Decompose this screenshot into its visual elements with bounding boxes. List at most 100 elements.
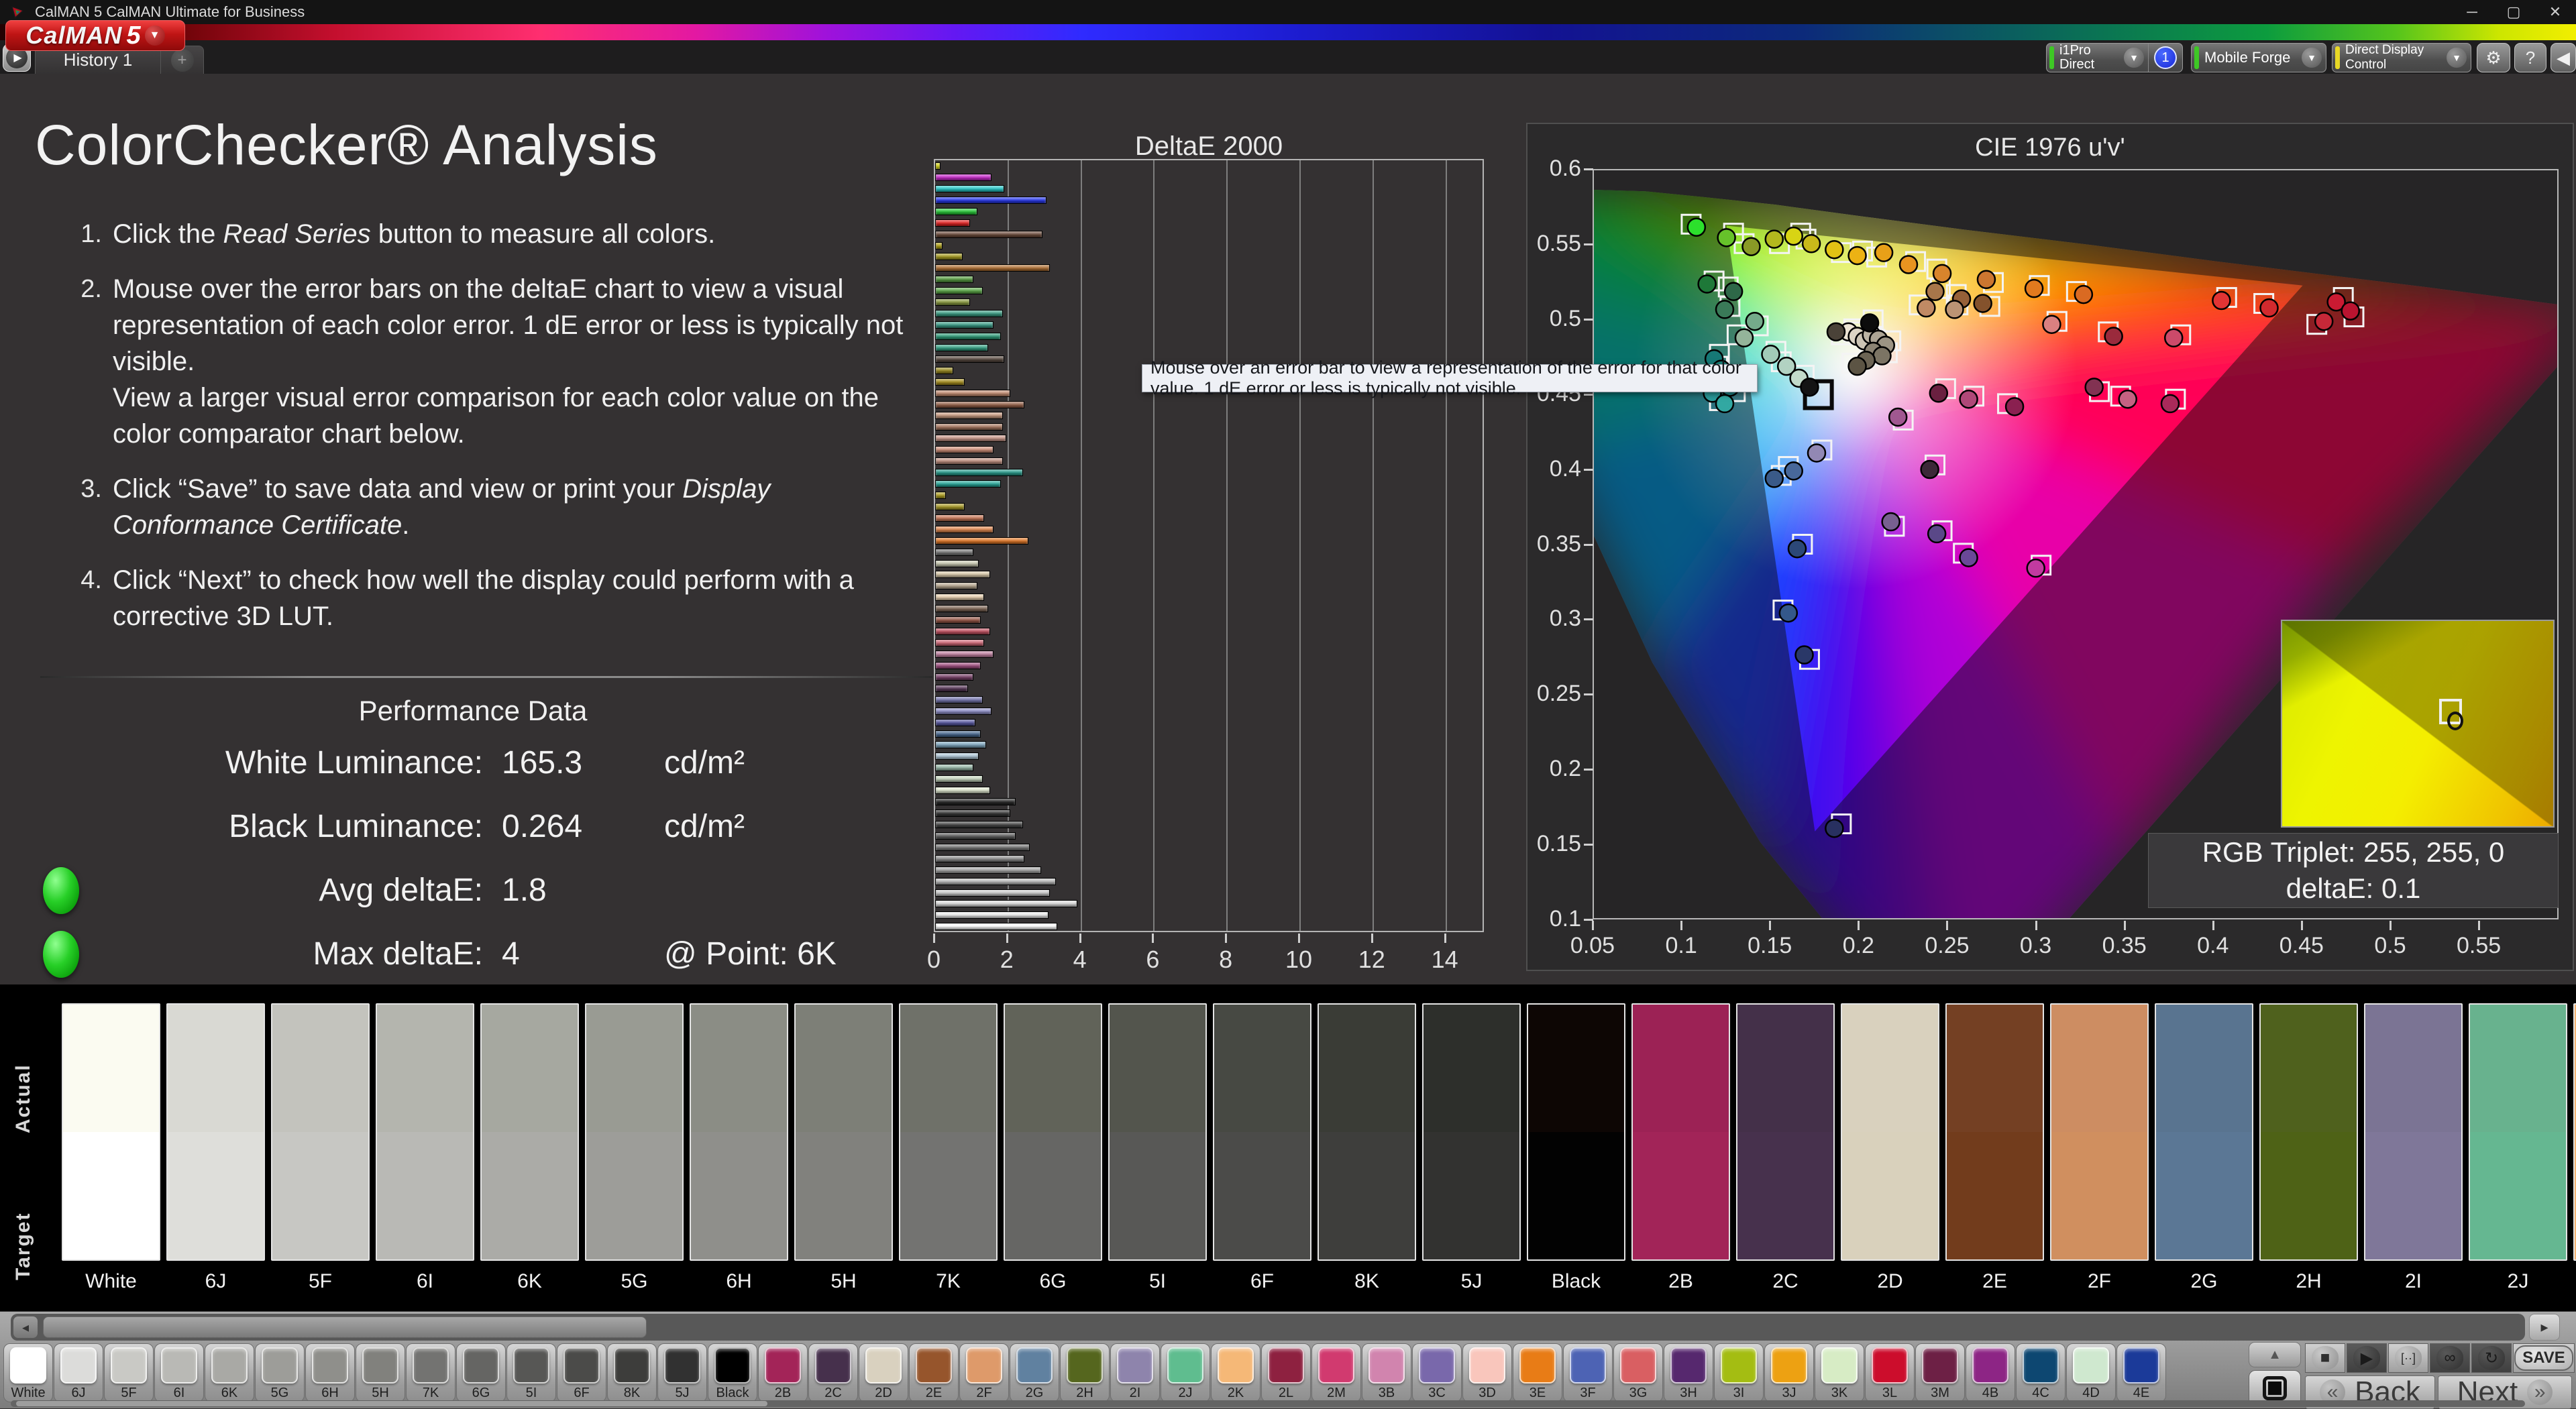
deltae-error-bar[interactable]	[935, 798, 1016, 805]
comparator-column[interactable]: 2G	[2155, 1003, 2253, 1293]
deltae-error-bar[interactable]	[935, 344, 988, 351]
swatch-button-3d[interactable]: 3D	[1462, 1343, 1512, 1402]
swatch-button-5j[interactable]: 5J	[657, 1343, 707, 1402]
deltae-error-bar[interactable]	[935, 708, 991, 715]
swatch-button-5h[interactable]: 5H	[356, 1343, 405, 1402]
comparator-column[interactable]: 6F	[1213, 1003, 1311, 1293]
swatch-button-2f[interactable]: 2F	[959, 1343, 1009, 1402]
deltae-error-bar[interactable]	[935, 514, 984, 522]
swatch-button-3i[interactable]: 3I	[1714, 1343, 1764, 1402]
scroll-up-button[interactable]: ▲	[2249, 1342, 2301, 1367]
deltae-error-bar[interactable]	[935, 651, 994, 658]
swatch-button-2g[interactable]: 2G	[1010, 1343, 1059, 1402]
swatch-button-3c[interactable]: 3C	[1412, 1343, 1462, 1402]
deltae-error-bar[interactable]	[935, 390, 1010, 397]
comparator-column[interactable]: 5J	[1422, 1003, 1521, 1293]
deltae-error-bar[interactable]	[935, 185, 1004, 192]
deltae-error-bar[interactable]	[935, 367, 953, 374]
deltae-error-bar[interactable]	[935, 639, 984, 646]
deltae-error-bar[interactable]	[935, 537, 1028, 545]
swatch-button-black[interactable]: Black	[708, 1343, 757, 1402]
deltae-error-bar[interactable]	[935, 582, 977, 589]
deltae-error-bar[interactable]	[935, 752, 979, 760]
comparator-column[interactable]: 2I	[2364, 1003, 2463, 1293]
swatch-button-6g[interactable]: 6G	[456, 1343, 506, 1402]
deltae-error-bar[interactable]	[935, 196, 1046, 204]
deltae-error-bar[interactable]	[935, 855, 1024, 862]
swatch-button-3f[interactable]: 3F	[1563, 1343, 1613, 1402]
swatch-button-6i[interactable]: 6I	[154, 1343, 204, 1402]
deltae-error-bar[interactable]	[935, 469, 1023, 476]
deltae-error-bar[interactable]	[935, 844, 1030, 851]
deltae-error-bar[interactable]	[935, 412, 1003, 419]
collapse-panel-button[interactable]: ◀	[2551, 43, 2576, 72]
deltae-error-bar[interactable]	[935, 378, 965, 386]
comparator-column[interactable]: 6I	[376, 1003, 474, 1293]
swatch-button-2b[interactable]: 2B	[758, 1343, 808, 1402]
swatch-button-3b[interactable]: 3B	[1362, 1343, 1411, 1402]
deltae-error-bar[interactable]	[935, 866, 1041, 874]
deltae-error-bar[interactable]	[935, 310, 1003, 317]
deltae-error-bar[interactable]	[935, 435, 1006, 442]
deltae-error-bar[interactable]	[935, 900, 1077, 907]
deltae-error-bar[interactable]	[935, 333, 1001, 340]
deltae-error-bar[interactable]	[935, 549, 973, 556]
deltae-chart[interactable]	[934, 159, 1484, 932]
deltae-error-bar[interactable]	[935, 821, 1023, 828]
comparator-column[interactable]: 5H	[794, 1003, 893, 1293]
comparator-column[interactable]: 8K	[1318, 1003, 1416, 1293]
deltae-error-bar[interactable]	[935, 276, 973, 283]
source-dropdown[interactable]: Mobile Forge ▼	[2191, 43, 2326, 72]
help-button[interactable]: ?	[2514, 43, 2546, 72]
swatch-button-3j[interactable]: 3J	[1764, 1343, 1814, 1402]
deltae-error-bar[interactable]	[935, 685, 968, 692]
deltae-error-bar[interactable]	[935, 219, 970, 227]
swatch-button-5f[interactable]: 5F	[104, 1343, 154, 1402]
swatch-button-4e[interactable]: 4E	[2116, 1343, 2166, 1402]
deltae-error-bar[interactable]	[935, 628, 990, 635]
comparator-column[interactable]: 2C	[1736, 1003, 1835, 1293]
swatch-button-3h[interactable]: 3H	[1664, 1343, 1713, 1402]
deltae-error-bar[interactable]	[935, 696, 983, 703]
swatch-button-4b[interactable]: 4B	[1966, 1343, 2015, 1402]
deltae-error-bar[interactable]	[935, 503, 965, 510]
stop-button[interactable]: ■	[2305, 1343, 2345, 1373]
comparator-column[interactable]: 5G	[585, 1003, 684, 1293]
deltae-error-bar[interactable]	[935, 662, 981, 669]
deltae-error-bar[interactable]	[935, 264, 1050, 272]
deltae-error-bar[interactable]	[935, 287, 983, 294]
comparator-column[interactable]: 6J	[166, 1003, 265, 1293]
deltae-error-bar[interactable]	[935, 492, 946, 499]
deltae-error-bar[interactable]	[935, 457, 1003, 465]
swatch-button-6f[interactable]: 6F	[557, 1343, 606, 1402]
swatch-button-6k[interactable]: 6K	[205, 1343, 254, 1402]
deltae-error-bar[interactable]	[935, 355, 1004, 363]
deltae-error-bar[interactable]	[935, 832, 1016, 840]
settings-button[interactable]: ⚙	[2477, 43, 2510, 72]
comparator-column[interactable]: 7K	[899, 1003, 998, 1293]
swatch-button-2m[interactable]: 2M	[1311, 1343, 1361, 1402]
deltae-error-bar[interactable]	[935, 719, 975, 726]
deltae-error-bar[interactable]	[935, 605, 988, 612]
swatch-button-2i[interactable]: 2I	[1110, 1343, 1160, 1402]
swatch-button-6h[interactable]: 6H	[305, 1343, 355, 1402]
deltae-error-bar[interactable]	[935, 730, 981, 738]
comparator-column[interactable]: 2E	[1945, 1003, 2044, 1293]
minimize-button[interactable]: ─	[2451, 0, 2493, 24]
deltae-error-bar[interactable]	[935, 878, 1056, 885]
scrollbar-thumb[interactable]	[16, 1401, 767, 1406]
continuous-read-button[interactable]: ∞	[2430, 1343, 2470, 1373]
deltae-error-bar[interactable]	[935, 162, 941, 170]
swatch-button-6j[interactable]: 6J	[54, 1343, 103, 1402]
deltae-error-bar[interactable]	[935, 911, 1049, 919]
deltae-error-bar[interactable]	[935, 560, 979, 567]
deltae-error-bar[interactable]	[935, 764, 973, 771]
deltae-error-bar[interactable]	[935, 571, 990, 578]
swatch-button-2c[interactable]: 2C	[808, 1343, 858, 1402]
deltae-error-bar[interactable]	[935, 673, 973, 681]
deltae-error-bar[interactable]	[935, 594, 984, 601]
swatch-scrollbar[interactable]: ◂	[11, 1314, 2525, 1341]
comparator-column[interactable]: 6G	[1004, 1003, 1102, 1293]
comparator-column[interactable]: Black	[1527, 1003, 1625, 1293]
calman-logo-menu[interactable]: CalMAN 5 ▼	[5, 20, 185, 51]
